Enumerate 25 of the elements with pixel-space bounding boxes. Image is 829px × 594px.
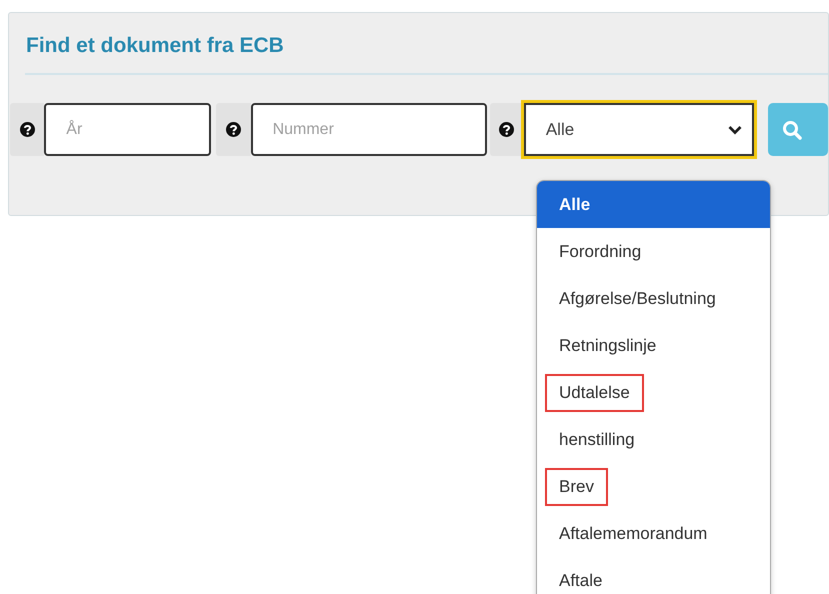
help-icon[interactable] xyxy=(20,122,35,137)
help-icon[interactable] xyxy=(499,122,514,137)
highlighted-option[interactable]: Brev xyxy=(545,468,608,506)
panel-title: Find et dokument fra ECB xyxy=(25,33,284,59)
option-row[interactable]: Retningslinje xyxy=(537,322,770,369)
option-row[interactable]: henstilling xyxy=(537,416,770,463)
search-icon xyxy=(782,120,802,140)
option-row[interactable]: Brev xyxy=(537,463,770,510)
option-row[interactable]: Udtalelse xyxy=(537,369,770,416)
option-row[interactable]: Forordning xyxy=(537,228,770,275)
dropdown-option[interactable]: Alle xyxy=(545,186,604,224)
dropdown-option[interactable]: Aftalememorandum xyxy=(545,514,722,552)
dropdown-option[interactable]: Retningslinje xyxy=(545,326,670,364)
highlighted-option[interactable]: Udtalelse xyxy=(545,374,644,412)
dropdown-option[interactable]: henstilling xyxy=(545,420,649,458)
dropdown-option[interactable]: Forordning xyxy=(545,232,656,270)
chevron-down-icon xyxy=(728,124,742,134)
help-icon[interactable] xyxy=(226,122,241,137)
select-field[interactable]: Alle xyxy=(524,103,754,156)
option-row[interactable]: Aftalememorandum xyxy=(537,510,770,557)
option-row[interactable]: Afgørelse/Beslutning xyxy=(537,275,770,322)
option-row[interactable]: Aftale xyxy=(537,557,770,594)
dropdown-option[interactable]: Aftale xyxy=(545,562,616,594)
dropdown-option[interactable]: Afgørelse/Beslutning xyxy=(545,280,730,318)
option-row[interactable]: Alle xyxy=(537,181,770,228)
